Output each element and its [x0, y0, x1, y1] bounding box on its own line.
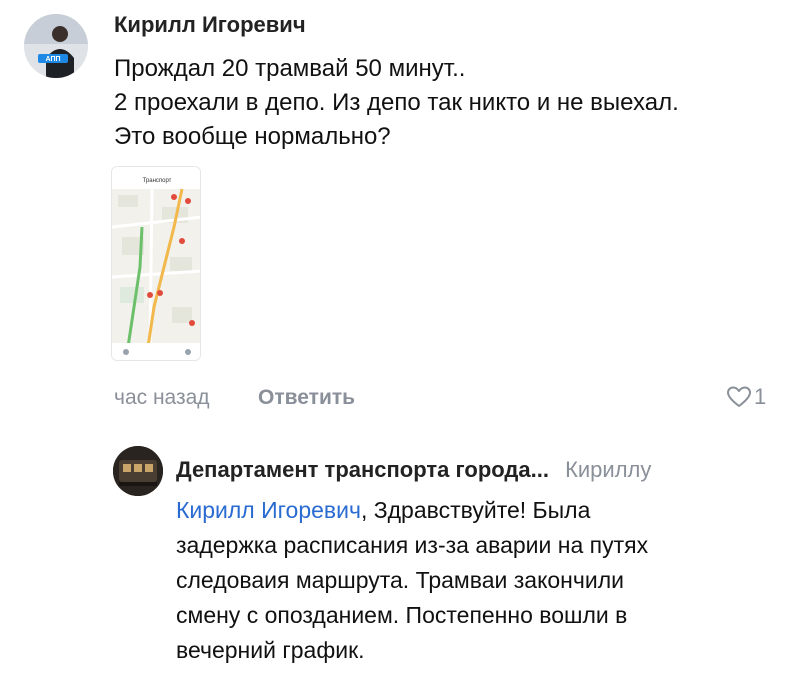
map-header-title: Транспорт — [143, 178, 172, 184]
like-button[interactable]: 1 — [726, 384, 766, 410]
comment-author[interactable]: Кирилл Игоревич — [114, 12, 306, 38]
reply-button[interactable]: Ответить — [258, 386, 355, 410]
reply-author[interactable]: Департамент транспорта города... — [176, 457, 549, 482]
avatar-image: АПП — [24, 14, 88, 78]
comment-line: 2 проехали в депо. Из депо так никто и н… — [114, 89, 679, 116]
reply-line: Кирилл Игоревич, Здравствуйте! Была — [176, 493, 786, 528]
reply-line-rest: , Здравствуйте! Была — [360, 497, 591, 523]
reply-line: задержка расписания из-за аварии на путя… — [176, 532, 649, 558]
reply-text: Кирилл Игоревич, Здравствуйте! Была заде… — [176, 493, 786, 668]
reply-line: вечерний график. — [176, 637, 365, 663]
comment-line: Это вообще нормально? — [114, 123, 391, 150]
reply-header: Департамент транспорта города... Кириллу — [176, 457, 651, 483]
reply-avatar[interactable] — [113, 446, 163, 496]
heart-icon — [727, 386, 751, 407]
attachment-thumbnail[interactable]: Транспорт — [111, 166, 201, 361]
reply-line: смену с опозданием. Постепенно вошли в — [176, 602, 628, 628]
like-count: 1 — [754, 384, 767, 409]
comment-time: час назад — [114, 386, 210, 409]
comment-text: Прождал 20 трамвай 50 минут.. 2 проехали… — [114, 52, 784, 154]
avatar[interactable]: АПП — [24, 14, 88, 78]
reply-to[interactable]: Кириллу — [565, 457, 651, 482]
reply-line: следоваия маршрута. Трамваи закончили — [176, 567, 624, 593]
reply-avatar-image — [113, 446, 163, 496]
mention-link[interactable]: Кирилл Игоревич — [176, 497, 361, 523]
avatar-label: АПП — [45, 56, 60, 63]
comment-line: Прождал 20 трамвай 50 минут.. — [114, 55, 466, 82]
map-image: Транспорт — [112, 167, 200, 360]
